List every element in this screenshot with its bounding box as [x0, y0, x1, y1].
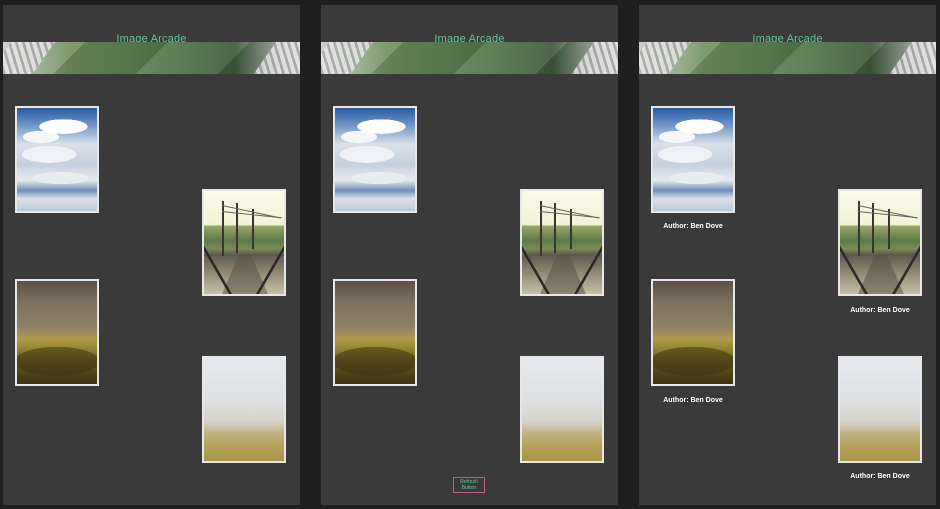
photo-railway[interactable] [202, 189, 286, 296]
gallery-panel-1: Image Arcade [3, 5, 300, 505]
photo-railway[interactable] [838, 189, 922, 296]
photo-hill[interactable] [333, 279, 417, 386]
gallery-panel-3: Image Arcade Author: Ben Dove Author: Be… [639, 5, 936, 505]
header-banner [3, 42, 300, 74]
gallery-panel-2: Image Arcade Refresh Button [321, 5, 618, 505]
fog-image [204, 358, 284, 461]
photo-railway[interactable] [520, 189, 604, 296]
railway-image [522, 191, 602, 294]
photo-fog[interactable] [520, 356, 604, 463]
photo-clouds[interactable] [333, 106, 417, 213]
author-caption: Author: Ben Dove [850, 307, 910, 314]
clouds-image [17, 108, 97, 211]
photo-clouds[interactable] [15, 106, 99, 213]
clouds-image [653, 108, 733, 211]
photo-fog[interactable] [838, 356, 922, 463]
fog-image [840, 358, 920, 461]
header-banner [639, 42, 936, 74]
hill-image [335, 281, 415, 384]
fog-image [522, 358, 602, 461]
author-caption: Author: Ben Dove [663, 223, 723, 230]
author-caption: Author: Ben Dove [850, 473, 910, 480]
author-caption: Author: Ben Dove [663, 397, 723, 404]
photo-hill[interactable] [15, 279, 99, 386]
railway-image [840, 191, 920, 294]
clouds-image [335, 108, 415, 211]
hill-image [17, 281, 97, 384]
photo-clouds[interactable] [651, 106, 735, 213]
photo-hill[interactable] [651, 279, 735, 386]
header-banner [321, 42, 618, 74]
refresh-button[interactable]: Refresh Button [453, 477, 485, 493]
refresh-button-label: Refresh Button [460, 479, 478, 491]
railway-image [204, 191, 284, 294]
photo-fog[interactable] [202, 356, 286, 463]
hill-image [653, 281, 733, 384]
